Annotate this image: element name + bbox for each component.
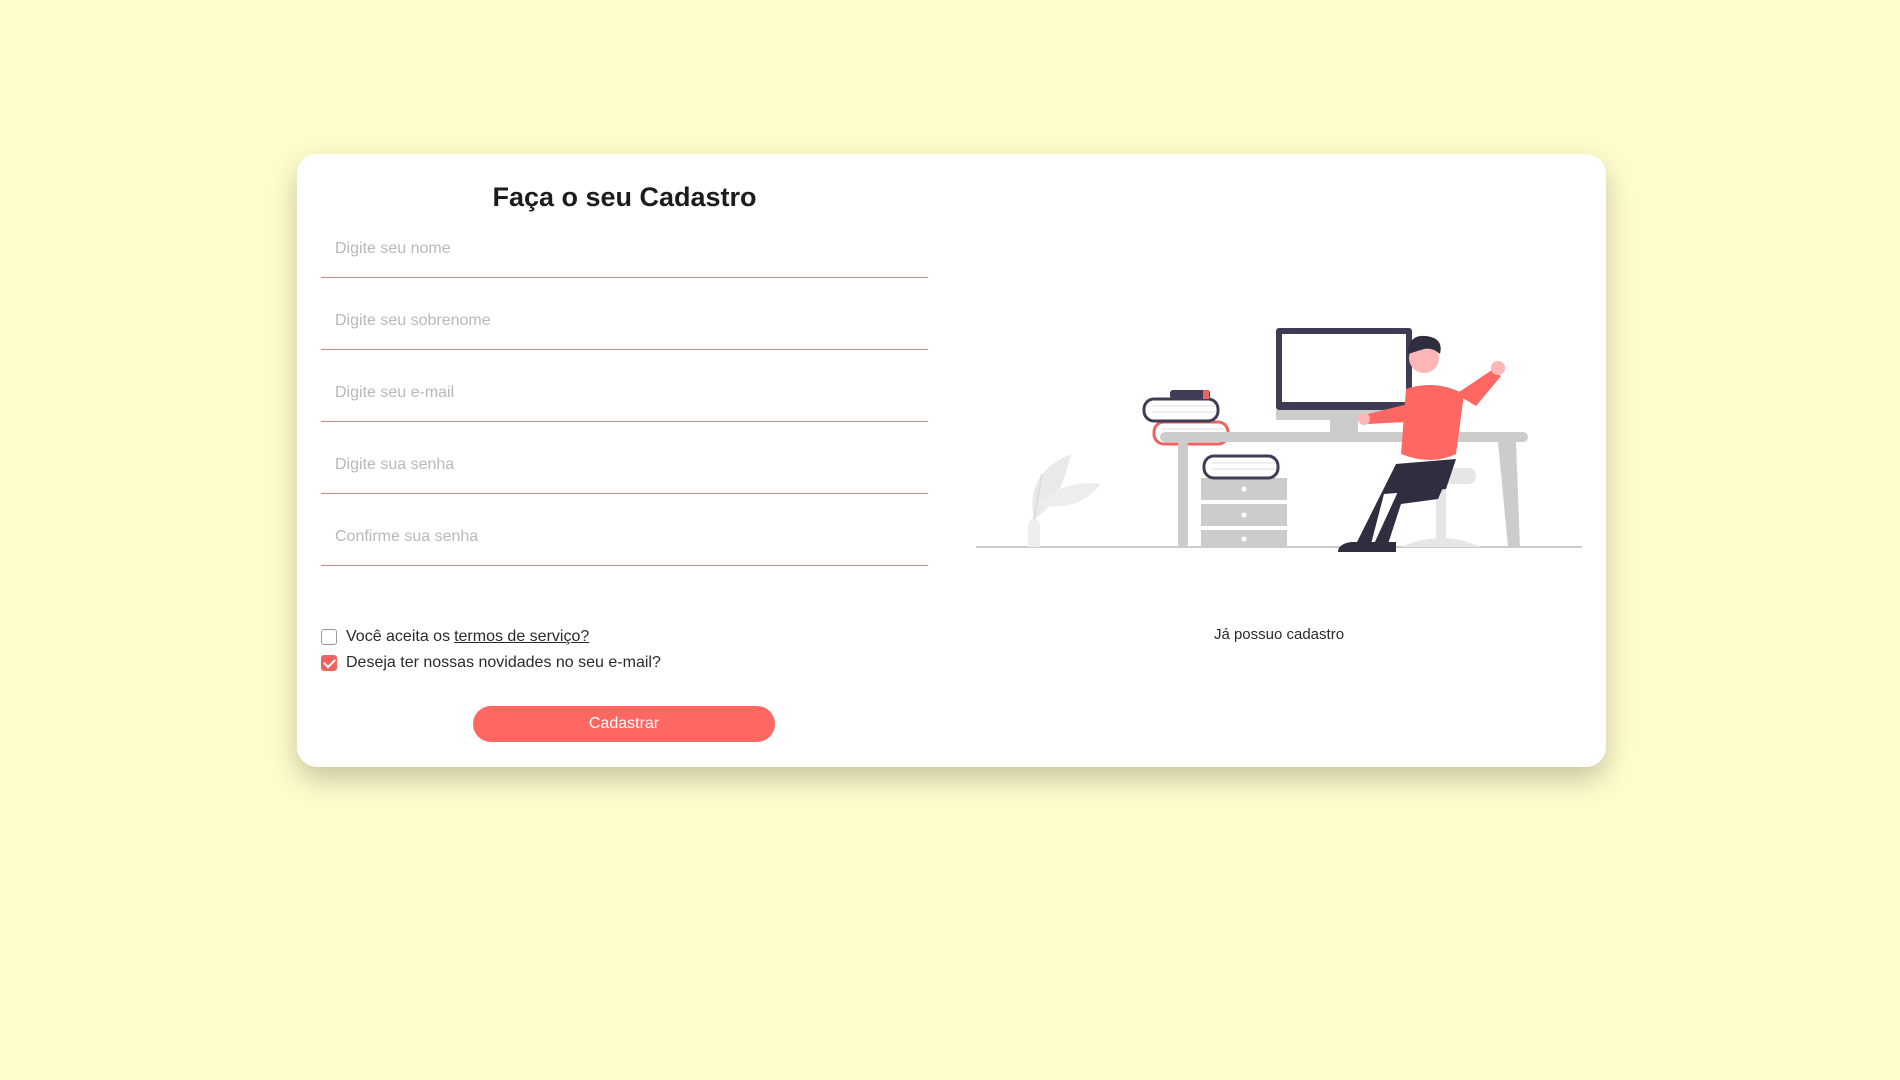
newsletter-label: Deseja ter nossas novidades no seu e-mai… [346, 654, 661, 671]
terms-row: Você aceita os termos de serviço? [321, 628, 589, 646]
signup-form: Faça o seu Cadastro Você aceita os termo… [321, 154, 928, 767]
register-button[interactable]: Cadastrar [473, 706, 775, 742]
plant-icon [1028, 454, 1101, 547]
confirm-password-input[interactable] [321, 508, 928, 566]
terms-label: Você aceita os [346, 628, 451, 645]
password-input[interactable] [321, 436, 928, 494]
newsletter-checkbox[interactable] [321, 655, 337, 671]
page-title: Faça o seu Cadastro [492, 182, 757, 212]
person-at-desk-illustration [976, 328, 1582, 552]
email-input[interactable] [321, 364, 928, 422]
desk-icon [1160, 432, 1528, 547]
terms-checkbox[interactable] [321, 629, 337, 645]
first-name-input[interactable] [321, 220, 928, 278]
login-link[interactable]: Já possuo cadastro [976, 626, 1582, 643]
newsletter-row: Deseja ter nossas novidades no seu e-mai… [321, 654, 661, 672]
terms-link[interactable]: termos de serviço? [454, 628, 589, 646]
last-name-input[interactable] [321, 292, 928, 350]
signup-card: Faça o seu Cadastro Você aceita os termo… [297, 154, 1606, 767]
